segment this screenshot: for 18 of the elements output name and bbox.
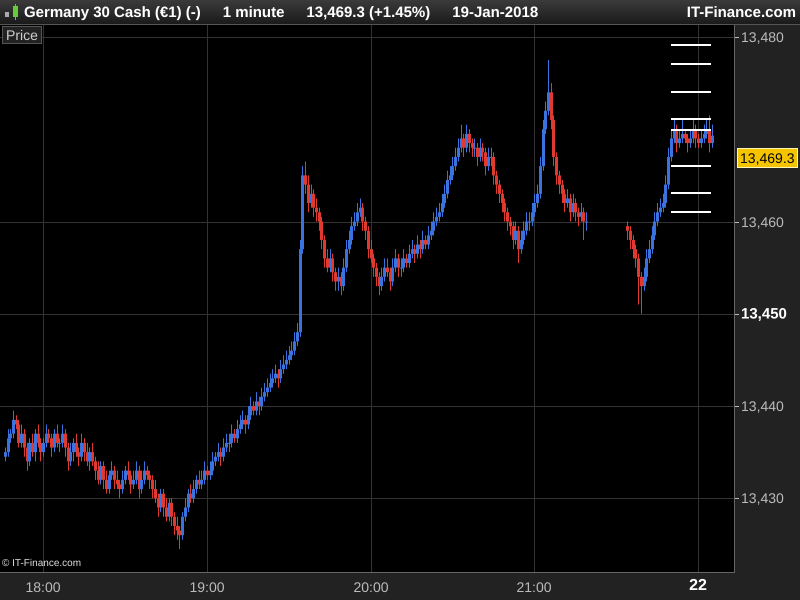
- time-tick-label: 19:00: [189, 579, 225, 595]
- price-tick-label: 13,430: [741, 490, 784, 506]
- price-tick-label: 13,450: [741, 306, 787, 322]
- date-label: 19-Jan-2018: [452, 4, 538, 20]
- price-tick-label: 13,440: [741, 398, 784, 414]
- interval-label: 1 minute: [222, 4, 284, 20]
- series-label: Price: [2, 26, 42, 44]
- time-tick-label: 21:00: [516, 579, 552, 595]
- price-tick-label: 13,480: [741, 29, 784, 45]
- last-price-tag: 13,469.3: [737, 148, 798, 168]
- time-tick-label: 20:00: [353, 579, 389, 595]
- time-tick-label: 18:00: [25, 579, 61, 595]
- price-tick-label: 13,460: [741, 214, 784, 230]
- copyright-text: © IT-Finance.com: [2, 558, 82, 569]
- quote-value: 13,469.3 (+1.45%): [306, 4, 430, 20]
- time-tick-label: 22: [689, 577, 707, 595]
- instrument-name: Germany 30 Cash (€1) (-): [24, 4, 201, 20]
- site-name: IT-Finance.com: [686, 4, 796, 20]
